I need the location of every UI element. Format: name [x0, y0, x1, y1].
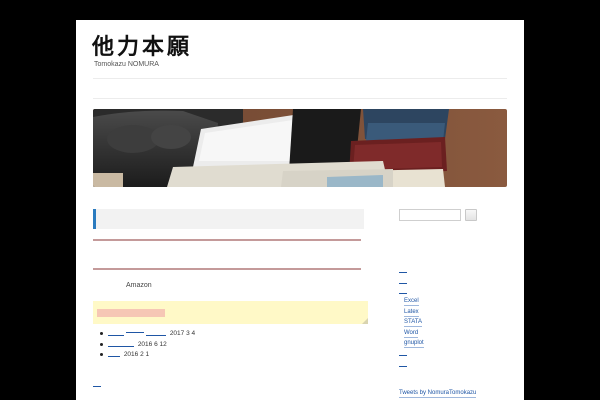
category-gnuplot[interactable]: gnuplot — [404, 340, 424, 348]
red-divider-1 — [93, 239, 361, 241]
header-divider-top — [93, 78, 507, 79]
category-word[interactable]: Word — [404, 330, 419, 338]
sidebar-link[interactable] — [399, 293, 407, 294]
sidebar-link[interactable] — [399, 272, 407, 273]
search-input[interactable] — [399, 209, 461, 221]
recent-post-link[interactable] — [126, 329, 144, 333]
twitter-timeline-link[interactable]: Tweets by NomuraTomokazu — [399, 390, 477, 398]
recent-post-date: 2016 6 12 — [137, 340, 167, 348]
search-button[interactable] — [465, 209, 477, 221]
recent-post-item[interactable]: 2016 6 12 — [100, 340, 195, 351]
footer-link[interactable] — [93, 386, 101, 387]
recent-post-date: 2017 3 4 — [169, 330, 196, 337]
red-divider-2 — [93, 268, 361, 270]
amazon-label[interactable]: Amazon — [126, 282, 152, 289]
recent-post-link[interactable] — [146, 329, 166, 336]
recent-post-link[interactable] — [108, 329, 124, 336]
sidebar-link[interactable] — [399, 355, 407, 356]
recent-post-date: 2016 2 1 — [123, 351, 150, 358]
note-box — [93, 301, 368, 324]
site-title[interactable]: 他力本願 — [92, 32, 192, 62]
category-latex[interactable]: Latex — [404, 309, 419, 317]
recent-post-item[interactable]: 2016 2 1 — [100, 350, 195, 361]
site-description: Tomokazu NOMURA — [94, 61, 159, 68]
header-divider-bottom — [93, 98, 507, 99]
post-title-box — [93, 209, 364, 229]
recent-post-item[interactable]: 2017 3 4 — [100, 329, 195, 340]
category-excel[interactable]: Excel — [404, 298, 419, 306]
sidebar-link[interactable] — [399, 283, 407, 284]
highlight-bar — [97, 309, 165, 317]
recent-post-link[interactable] — [108, 340, 134, 347]
page-container: 他力本願 Tomokazu NOMURA Amazon 2017 3 4 201… — [76, 20, 524, 400]
recent-posts-list: 2017 3 4 2016 6 12 2016 2 1 — [100, 329, 195, 361]
recent-post-link[interactable] — [108, 350, 120, 357]
sidebar-link[interactable] — [399, 366, 407, 367]
page-curl-icon — [362, 318, 368, 324]
header-image[interactable] — [93, 109, 507, 187]
category-stata[interactable]: STATA — [404, 319, 422, 327]
